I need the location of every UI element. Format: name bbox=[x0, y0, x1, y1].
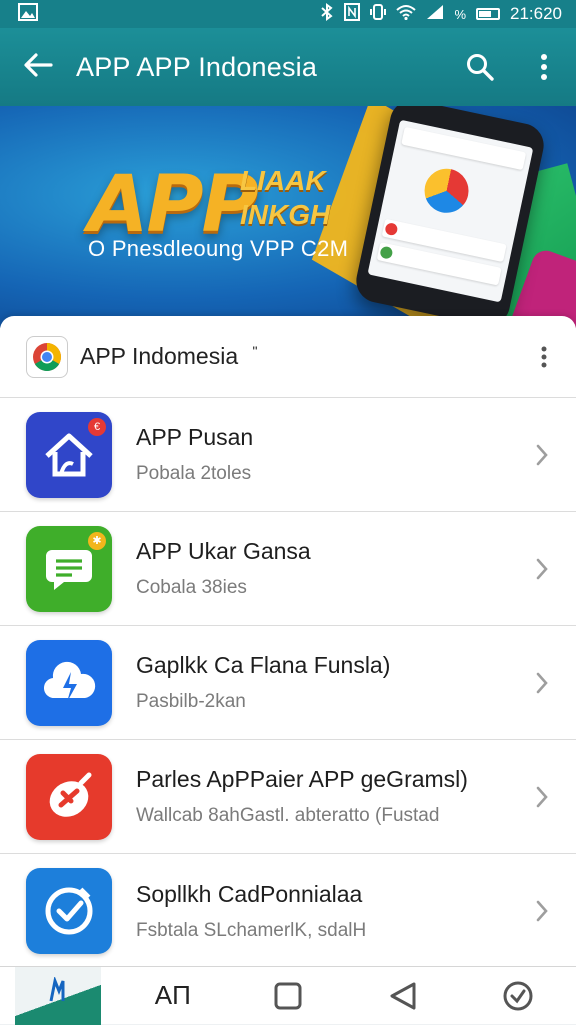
check-circle-icon bbox=[26, 868, 112, 954]
nav-assistant-button[interactable] bbox=[473, 967, 563, 1025]
list-item[interactable]: Gaplkk Ca Flana Funsla) Pasbilb-2kan bbox=[0, 626, 576, 740]
vibrate-icon bbox=[370, 3, 387, 26]
banner-side-line-1: LIAAK bbox=[240, 165, 326, 196]
back-button[interactable] bbox=[0, 48, 76, 87]
section-title-text: APP Indomesia bbox=[80, 343, 239, 369]
back-arrow-icon bbox=[24, 52, 53, 77]
chevron-right-icon bbox=[530, 786, 554, 808]
banner-headline-side: LIAAK INKGH bbox=[240, 164, 330, 232]
signal-text: % bbox=[454, 6, 466, 22]
nfc-icon bbox=[344, 2, 361, 26]
section-title: APP Indomesia " bbox=[80, 343, 532, 370]
chat-icon: ✱ bbox=[26, 525, 112, 612]
list-item[interactable]: Parles ApPPaier APP geGramsl) Wallcab 8a… bbox=[0, 740, 576, 854]
section-menu-button[interactable] bbox=[532, 346, 556, 368]
gallery-icon bbox=[18, 2, 38, 26]
app-name: Sopllkh CadPonnialaa bbox=[136, 880, 363, 907]
toolbar-title: APP APP Indonesia bbox=[76, 51, 318, 82]
app-description: Cobala 38ies bbox=[136, 577, 247, 598]
banner-side-line-2: INKGH bbox=[240, 199, 331, 230]
app-list-card: APP Indomesia " € APP Pusan Pobala 2tole… bbox=[0, 316, 576, 966]
app-description: Pasbilb-2kan bbox=[136, 691, 246, 712]
app-thumbnail-icon bbox=[14, 966, 101, 1025]
more-vert-icon bbox=[541, 346, 547, 367]
app-toolbar: APP APP Indonesia bbox=[0, 28, 576, 106]
chevron-right-icon bbox=[530, 444, 554, 466]
app-name: Parles ApPPaier APP geGramsl) bbox=[136, 766, 468, 792]
overflow-menu-button[interactable] bbox=[512, 53, 576, 81]
cloud-bolt-icon bbox=[26, 639, 112, 726]
notification-badge: € bbox=[88, 417, 106, 436]
promo-banner[interactable]: APP LIAAK INKGH O Pnesdleoung VPP C2M bbox=[0, 106, 576, 328]
search-icon bbox=[467, 54, 494, 81]
back-triangle-icon bbox=[390, 982, 416, 1009]
nav-recents-button[interactable] bbox=[243, 967, 333, 1025]
app-name: APP Ukar Gansa bbox=[136, 538, 311, 564]
recents-square-icon bbox=[274, 982, 302, 1009]
notification-badge: ✱ bbox=[88, 531, 106, 550]
chevron-right-icon bbox=[530, 900, 554, 922]
map-pin-icon bbox=[420, 164, 473, 217]
more-vert-icon bbox=[541, 54, 547, 80]
phone-search-bar bbox=[401, 126, 527, 171]
banner-tagline: O Pnesdleoung VPP C2M bbox=[88, 236, 349, 261]
app-name: Gaplkk Ca Flana Funsla) bbox=[136, 652, 391, 678]
search-button[interactable] bbox=[448, 52, 512, 82]
app-description: Pobala 2toles bbox=[136, 463, 252, 484]
app-name: APP Pusan bbox=[136, 424, 254, 450]
app-description: Fsbtala SLchamerlK, sdalH bbox=[136, 919, 367, 941]
chrome-icon bbox=[26, 335, 68, 378]
list-item[interactable]: € APP Pusan Pobala 2toles bbox=[0, 398, 576, 512]
recent-app-thumbnail[interactable] bbox=[13, 966, 103, 1025]
section-title-suffix: " bbox=[252, 343, 258, 359]
assistant-check-icon bbox=[503, 981, 533, 1010]
phone-screen bbox=[367, 119, 534, 303]
list-item[interactable]: Sopllkh CadPonnialaa Fsbtala SLchamerlK,… bbox=[0, 854, 576, 968]
chevron-right-icon bbox=[530, 672, 554, 694]
battery-icon bbox=[476, 8, 500, 20]
wifi-icon bbox=[396, 4, 417, 25]
system-nav-bar: AП bbox=[0, 966, 576, 1025]
section-header: APP Indomesia " bbox=[0, 316, 576, 398]
home-icon: € bbox=[26, 411, 112, 498]
nav-app-label: AП bbox=[154, 980, 191, 1010]
signal-icon bbox=[426, 4, 444, 25]
status-bar: % 21:620 bbox=[0, 0, 576, 28]
app-description: Wallcab 8ahGastl. abteratto (Fustad bbox=[136, 805, 440, 826]
clock: 21:620 bbox=[510, 4, 562, 23]
nav-app-label-button[interactable]: AП bbox=[128, 967, 218, 1025]
chevron-right-icon bbox=[530, 558, 554, 580]
plug-icon bbox=[26, 753, 112, 840]
list-item[interactable]: ✱ APP Ukar Gansa Cobala 38ies bbox=[0, 512, 576, 626]
nav-back-button[interactable] bbox=[358, 967, 448, 1025]
bluetooth-icon bbox=[320, 2, 334, 26]
